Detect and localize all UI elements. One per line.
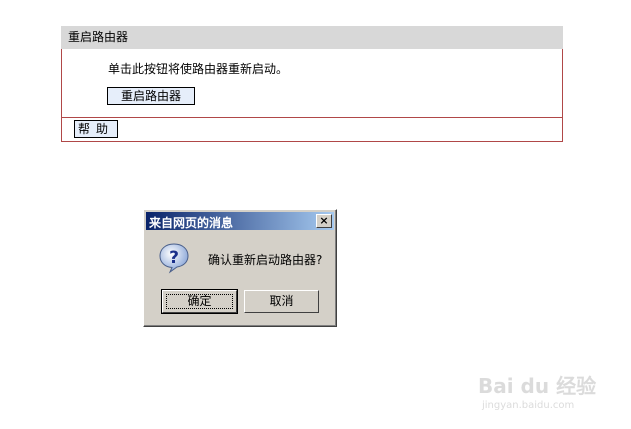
panel-header: 重启路由器	[61, 26, 563, 49]
dialog-title: 来自网页的消息	[149, 216, 234, 230]
panel-title: 重启路由器	[68, 30, 129, 44]
reboot-router-button[interactable]: 重启路由器	[107, 87, 195, 105]
watermark: Bai du 经验 jingyan.baidu.com	[478, 370, 602, 415]
svg-text:?: ?	[169, 248, 179, 268]
dialog-titlebar[interactable]: 来自网页的消息 ×	[146, 212, 334, 230]
question-icon: ?	[159, 243, 189, 274]
dialog-message: 确认重新启动路由器?	[208, 253, 323, 267]
focus-rect	[166, 294, 233, 309]
panel-body: 单击此按钮将使路由器重新启动。 重启路由器	[61, 49, 563, 118]
cancel-button[interactable]: 取消	[244, 290, 319, 313]
watermark-logo-text: Bai du 经验	[478, 374, 597, 398]
help-button[interactable]: 帮助	[74, 120, 118, 138]
reboot-description: 单击此按钮将使路由器重新启动。	[108, 62, 289, 76]
panel-footer: 帮助	[61, 117, 563, 142]
reboot-panel: 重启路由器 单击此按钮将使路由器重新启动。 重启路由器 帮助	[61, 26, 563, 142]
ok-button[interactable]: 确定	[161, 289, 238, 314]
close-icon[interactable]: ×	[316, 214, 332, 228]
watermark-url: jingyan.baidu.com	[482, 400, 575, 411]
confirm-dialog: 来自网页的消息 × ? 确认重新启动路由器? 确定 取消	[143, 209, 337, 327]
